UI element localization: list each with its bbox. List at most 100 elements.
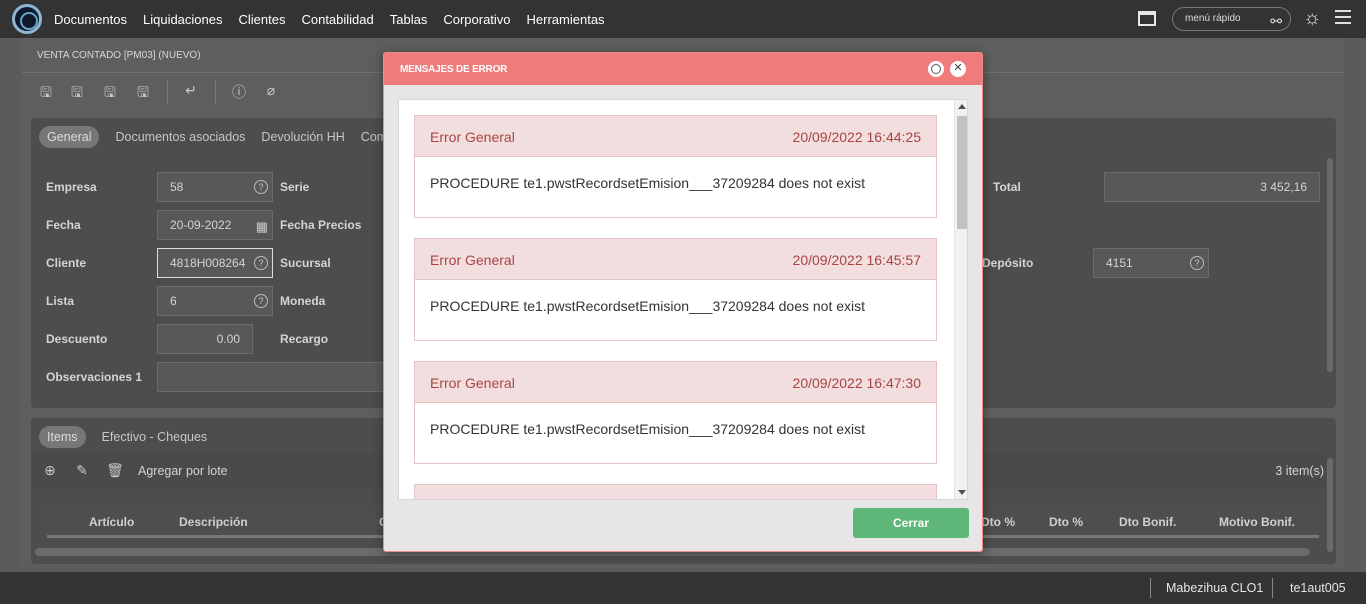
error-card-header: Error General 20/09/2022 16:45:57 [415, 239, 936, 280]
fecha-value: 20-09-2022 [170, 218, 232, 232]
items-count: 3 item(s) [1275, 464, 1324, 478]
lista-value: 6 [170, 294, 177, 308]
cliente-label: Cliente [46, 256, 87, 270]
deposito-label: Depósito [982, 256, 1034, 270]
status-bar: Mabezihua CLO1 te1aut005 [0, 572, 1366, 604]
fecha-field[interactable]: 20-09-2022 ▦ [157, 210, 273, 240]
save-icon[interactable]: 🖫 [37, 82, 55, 100]
items-vertical-scrollbar[interactable] [1327, 458, 1333, 552]
error-card-header [415, 485, 936, 499]
col-motivo-bonif[interactable]: Motivo Bonif. [1219, 515, 1295, 529]
help-icon[interactable]: ? [254, 180, 268, 194]
sucursal-label: Sucursal [280, 256, 331, 270]
descuento-field[interactable]: 0.00 [157, 324, 253, 354]
col-articulo[interactable]: Artículo [89, 515, 134, 529]
error-messages-dialog: MENSAJES DE ERROR ✕ Error General 20/09/… [383, 52, 983, 552]
empresa-field[interactable]: 58 ? [157, 172, 273, 202]
cliente-field[interactable]: 4818H008264 ? [157, 248, 273, 278]
window-icon[interactable] [1138, 11, 1156, 26]
error-title: Error General [430, 375, 515, 391]
attach-icon[interactable]: ⌀ [262, 82, 280, 100]
hamburger-menu-icon[interactable] [1335, 10, 1351, 24]
col-descripcion[interactable]: Descripción [179, 515, 248, 529]
return-icon[interactable]: ↵ [182, 82, 200, 100]
top-bar: Documentos Liquidaciones Clientes Contab… [0, 0, 1366, 38]
general-vertical-scrollbar[interactable] [1327, 158, 1333, 372]
nav-documentos[interactable]: Documentos [54, 12, 127, 27]
scroll-up-icon[interactable] [958, 104, 966, 109]
empresa-value: 58 [170, 180, 184, 194]
document-tabs: General Documentos asociados Devolución … [39, 126, 428, 148]
col-dto-bonif[interactable]: Dto Bonif. [1119, 515, 1176, 529]
save-copy-icon[interactable]: 🖫 [101, 82, 119, 100]
save-new-icon[interactable]: 🖫 [68, 82, 86, 100]
lista-field[interactable]: 6 ? [157, 286, 273, 316]
total-value: 3 452,16 [1260, 180, 1307, 194]
save-print-icon[interactable]: 🖫 [134, 82, 152, 100]
close-button[interactable]: Cerrar [853, 508, 969, 538]
nav-corporativo[interactable]: Corporativo [443, 12, 510, 27]
calendar-icon[interactable]: ▦ [256, 213, 268, 241]
scrollbar-thumb[interactable] [957, 116, 967, 229]
add-batch-button[interactable]: Agregar por lote [138, 464, 228, 478]
theme-sun-icon[interactable]: ☼ [1303, 7, 1321, 29]
help-icon[interactable]: ? [254, 256, 268, 270]
error-date: 20/09/2022 16:44:25 [792, 129, 921, 145]
col-dto-pct[interactable]: Dto % [981, 515, 1015, 529]
tab-efectivo-cheques[interactable]: Efectivo - Cheques [102, 426, 208, 448]
tab-general[interactable]: General [39, 126, 100, 148]
status-user: Mabezihua CLO1 [1166, 581, 1264, 595]
tab-items[interactable]: Items [39, 426, 86, 448]
error-message: PROCEDURE te1.pwstRecordsetEmision___372… [430, 175, 866, 191]
tab-devolucion-hh[interactable]: Devolución HH [261, 126, 344, 148]
tab-documentos-asociados[interactable]: Documentos asociados [115, 126, 245, 148]
add-item-icon[interactable]: ⊕ [41, 462, 59, 480]
col-dto-pct-2[interactable]: Dto % [1049, 515, 1083, 529]
error-title: Error General [430, 129, 515, 145]
observaciones-field[interactable] [157, 362, 387, 392]
nav-liquidaciones[interactable]: Liquidaciones [143, 12, 223, 27]
error-title: Error General [430, 252, 515, 268]
scroll-down-icon[interactable] [958, 490, 966, 495]
fecha-label: Fecha [46, 218, 81, 232]
help-icon[interactable]: ? [1190, 256, 1204, 270]
error-date: 20/09/2022 16:45:57 [792, 252, 921, 268]
serie-label: Serie [280, 180, 310, 194]
error-date: 20/09/2022 16:47:30 [792, 375, 921, 391]
deposito-field[interactable]: 4151 ? [1093, 248, 1209, 278]
total-field: 3 452,16 [1104, 172, 1320, 202]
nav-tablas[interactable]: Tablas [390, 12, 428, 27]
fecha-precios-label: Fecha Precios [280, 218, 362, 232]
delete-item-icon[interactable]: 🗑 [106, 462, 124, 480]
restore-icon[interactable] [928, 61, 944, 77]
error-list-scrollbar[interactable] [954, 100, 967, 499]
nav-clientes[interactable]: Clientes [239, 12, 286, 27]
app-logo[interactable] [12, 4, 42, 34]
cliente-value: 4818H008264 [170, 256, 246, 270]
error-card [414, 484, 937, 499]
status-separator [1272, 578, 1273, 598]
quick-menu-input[interactable]: menú rápido ⚯ [1172, 7, 1291, 31]
toolbar-separator [215, 80, 216, 104]
main-nav: Documentos Liquidaciones Clientes Contab… [54, 0, 621, 38]
error-message: PROCEDURE te1.pwstRecordsetEmision___372… [430, 298, 866, 314]
nav-herramientas[interactable]: Herramientas [527, 12, 605, 27]
binoculars-icon[interactable]: ⚯ [1270, 10, 1282, 32]
error-list: Error General 20/09/2022 16:44:25 PROCED… [398, 99, 968, 500]
moneda-label: Moneda [280, 294, 326, 308]
close-icon[interactable]: ✕ [950, 61, 966, 77]
lista-label: Lista [46, 294, 75, 308]
items-tabs: Items Efectivo - Cheques [39, 426, 223, 448]
toolbar-separator [167, 80, 168, 104]
total-label: Total [993, 180, 1021, 194]
nav-contabilidad[interactable]: Contabilidad [301, 12, 373, 27]
deposito-value: 4151 [1106, 256, 1133, 270]
observaciones-label: Observaciones 1 [46, 370, 143, 384]
info-icon[interactable]: ⓘ [230, 82, 248, 100]
error-message: PROCEDURE te1.pwstRecordsetEmision___372… [430, 421, 866, 437]
help-icon[interactable]: ? [254, 294, 268, 308]
edit-item-icon[interactable]: ✎ [73, 462, 91, 480]
status-code: te1aut005 [1290, 581, 1346, 595]
descuento-value: 0.00 [216, 332, 240, 346]
error-card: Error General 20/09/2022 16:44:25 PROCED… [414, 115, 937, 218]
